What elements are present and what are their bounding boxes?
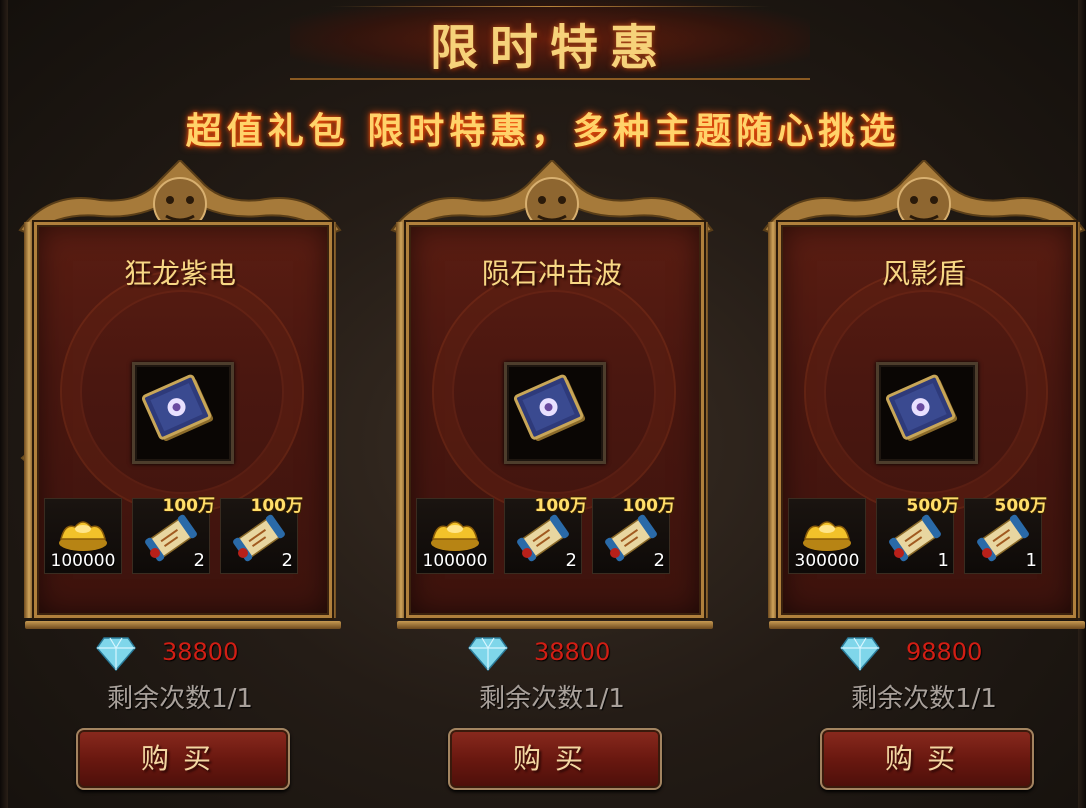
reward-slot[interactable]: 100000 (44, 498, 122, 574)
scroll-icon (517, 514, 569, 562)
buy-button[interactable]: 购买 (448, 728, 662, 790)
price-row: 38800 (382, 636, 722, 672)
title-banner: 限时特惠 (290, 0, 810, 80)
item-value-tag: 100万 (162, 496, 216, 516)
scroll-icon (145, 514, 197, 562)
pack-price: 38800 (162, 638, 239, 666)
main-item-slot[interactable] (132, 362, 234, 464)
reward-slot[interactable]: 100万 2 (132, 496, 215, 574)
reward-slot[interactable]: 500万 1 (964, 496, 1047, 574)
item-count: 2 (653, 550, 665, 571)
reward-slots: 300000 500万 1 500万 1 (788, 496, 1060, 574)
skill-book-icon (885, 374, 958, 442)
item-value-tag: 500万 (994, 496, 1048, 516)
item-count: 100000 (422, 551, 488, 571)
page-subtitle: 超值礼包 限时特惠，多种主题随心挑选 (185, 110, 901, 152)
main-item-slot[interactable] (876, 362, 978, 464)
reward-slot[interactable]: 100万 2 (592, 496, 675, 574)
diamond-icon (468, 637, 508, 672)
skill-book-icon (513, 374, 586, 442)
item-value-tag: 500万 (906, 496, 960, 516)
reward-slot[interactable]: 500万 1 (876, 496, 959, 574)
reward-slot[interactable]: 100万 2 (220, 496, 303, 574)
main-item-slot[interactable] (504, 362, 606, 464)
item-count: 2 (281, 550, 293, 571)
reward-slot[interactable]: 100万 2 (504, 496, 587, 574)
item-value-tag: 100万 (534, 496, 588, 516)
pack-price: 38800 (534, 638, 611, 666)
gold-ingot-icon (803, 521, 851, 551)
diamond-icon (840, 637, 880, 672)
item-value-tag: 100万 (622, 496, 676, 516)
gold-ingot-icon (59, 521, 107, 551)
pack-card: 狂龙紫电 100000 100万 2 100万 2 38800 剩余次数1/1 … (10, 160, 350, 790)
pack-price: 98800 (906, 638, 983, 666)
diamond-icon (96, 637, 136, 672)
scroll-icon (889, 514, 941, 562)
reward-slot[interactable]: 100000 (416, 498, 494, 574)
pack-name: 陨石冲击波 (481, 257, 622, 290)
item-count: 100000 (50, 551, 116, 571)
pack-card: 风影盾 300000 500万 1 500万 1 98800 剩余次数1/1 购… (754, 160, 1086, 790)
price-row: 98800 (754, 636, 1086, 672)
item-count: 2 (193, 550, 205, 571)
reward-slots: 100000 100万 2 100万 2 (44, 496, 316, 574)
pack-card: 陨石冲击波 100000 100万 2 100万 2 38800 剩余次数1/1… (382, 160, 722, 790)
reward-slot[interactable]: 300000 (788, 498, 866, 574)
gold-ingot-icon (431, 521, 479, 551)
remaining-count: 剩余次数1/1 (479, 684, 625, 714)
price-row: 38800 (10, 636, 350, 672)
remaining-count: 剩余次数1/1 (851, 684, 997, 714)
scroll-icon (977, 514, 1029, 562)
pack-name: 风影盾 (881, 257, 966, 290)
buy-button[interactable]: 购买 (76, 728, 290, 790)
reward-slots: 100000 100万 2 100万 2 (416, 496, 688, 574)
buy-button[interactable]: 购买 (820, 728, 1034, 790)
scroll-icon (233, 514, 285, 562)
item-count: 2 (565, 550, 577, 571)
item-count: 1 (1025, 550, 1037, 571)
item-count: 1 (937, 550, 949, 571)
remaining-count: 剩余次数1/1 (107, 684, 253, 714)
scroll-icon (605, 514, 657, 562)
pack-name: 狂龙紫电 (123, 257, 236, 290)
page-title: 限时特惠 (429, 20, 670, 76)
item-value-tag: 100万 (250, 496, 304, 516)
skill-book-icon (141, 374, 214, 442)
item-count: 300000 (794, 551, 860, 571)
